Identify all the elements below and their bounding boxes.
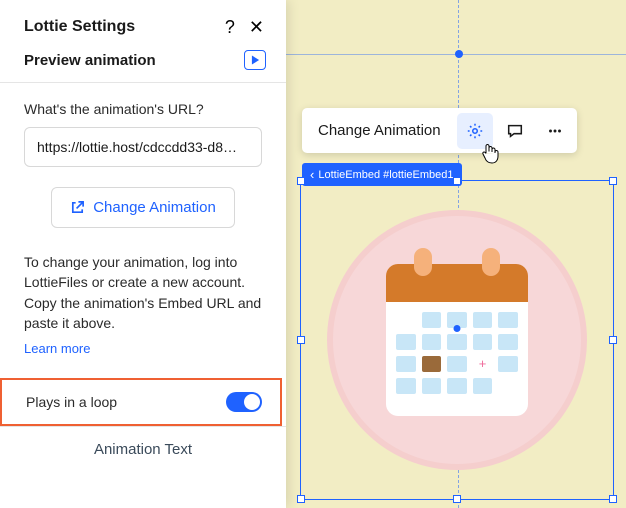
change-animation-button[interactable]: Change Animation bbox=[51, 187, 235, 228]
learn-more-link[interactable]: Learn more bbox=[24, 341, 90, 356]
help-button[interactable]: ? bbox=[223, 16, 237, 38]
url-input[interactable] bbox=[24, 127, 262, 167]
play-icon bbox=[251, 55, 260, 65]
more-icon bbox=[546, 122, 564, 140]
calendar-icon: + bbox=[386, 264, 528, 416]
info-text: To change your animation, log into Lotti… bbox=[24, 252, 262, 333]
external-link-icon bbox=[70, 200, 85, 215]
lottie-preview: + bbox=[301, 181, 613, 499]
more-button[interactable] bbox=[537, 113, 573, 149]
selection-box[interactable]: + bbox=[300, 180, 614, 500]
loop-label: Plays in a loop bbox=[26, 394, 117, 410]
canvas[interactable]: Change Animation LottieEmbed #lottieEmbe… bbox=[286, 0, 626, 508]
loop-toggle[interactable] bbox=[226, 392, 262, 412]
cursor-pointer-icon bbox=[480, 143, 500, 168]
comment-button[interactable] bbox=[497, 113, 533, 149]
help-icon: ? bbox=[225, 17, 235, 37]
change-animation-label: Change Animation bbox=[93, 199, 216, 216]
close-button[interactable]: ✕ bbox=[247, 16, 266, 38]
floating-toolbar: Change Animation bbox=[302, 108, 577, 153]
url-label: What's the animation's URL? bbox=[24, 101, 262, 117]
animation-text-tab[interactable]: Animation Text bbox=[0, 426, 286, 472]
close-icon: ✕ bbox=[249, 17, 264, 37]
toolbar-change-animation[interactable]: Change Animation bbox=[306, 112, 453, 149]
preview-label: Preview animation bbox=[24, 52, 156, 69]
comment-icon bbox=[506, 122, 524, 140]
loop-row: Plays in a loop bbox=[0, 378, 282, 426]
play-button[interactable] bbox=[244, 50, 266, 70]
guide-anchor[interactable] bbox=[455, 50, 463, 58]
panel-title: Lottie Settings bbox=[24, 18, 135, 36]
gear-icon bbox=[466, 122, 484, 140]
